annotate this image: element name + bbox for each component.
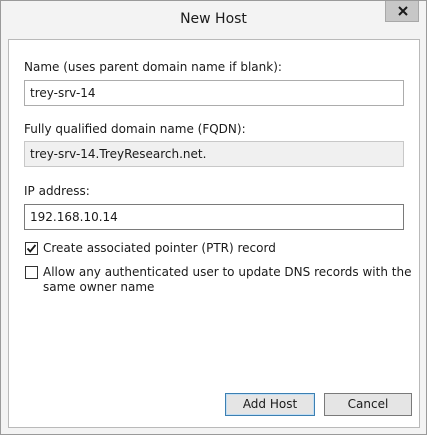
fqdn-label: Fully qualified domain name (FQDN): bbox=[24, 122, 246, 136]
ip-address-label: IP address: bbox=[24, 184, 90, 198]
dialog-title: New Host bbox=[180, 11, 247, 27]
close-button[interactable] bbox=[385, 1, 419, 22]
new-host-dialog: New Host Name (uses parent domain name i… bbox=[0, 0, 427, 435]
name-label: Name (uses parent domain name if blank): bbox=[24, 60, 282, 74]
allow-update-label-line1[interactable]: Allow any authenticated user to update D… bbox=[43, 265, 411, 279]
checkmark-icon bbox=[26, 244, 37, 253]
ptr-record-checkbox[interactable] bbox=[25, 242, 38, 255]
title-bar: New Host bbox=[1, 1, 426, 39]
add-host-button[interactable]: Add Host bbox=[225, 393, 315, 416]
fqdn-field: trey-srv-14.TreyResearch.net. bbox=[24, 141, 404, 167]
ptr-record-label[interactable]: Create associated pointer (PTR) record bbox=[43, 241, 276, 255]
name-input[interactable] bbox=[24, 80, 404, 106]
allow-update-checkbox[interactable] bbox=[25, 266, 38, 279]
dialog-client-area: Name (uses parent domain name if blank):… bbox=[8, 39, 420, 428]
ip-address-input[interactable] bbox=[24, 204, 404, 230]
close-icon bbox=[398, 6, 408, 16]
cancel-button[interactable]: Cancel bbox=[324, 393, 412, 416]
allow-update-label-line2[interactable]: same owner name bbox=[43, 280, 154, 294]
